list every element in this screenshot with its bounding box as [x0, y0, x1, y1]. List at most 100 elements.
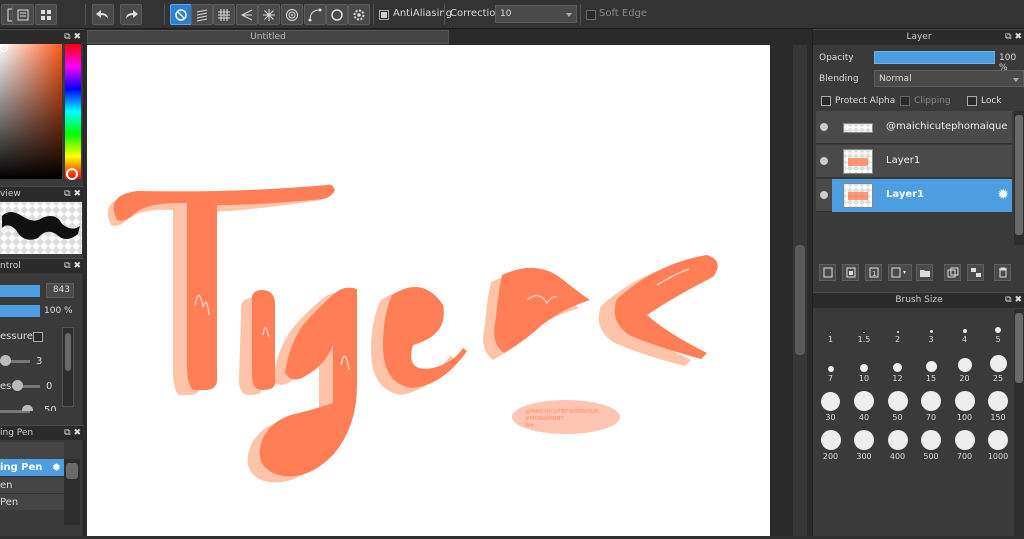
protect-alpha-checkbox[interactable] [821, 96, 831, 106]
delete-layer-icon[interactable] [994, 264, 1011, 281]
brush-list-scrollbar[interactable] [64, 459, 80, 525]
blending-value: Normal [879, 74, 912, 84]
perspective-snap-icon[interactable] [236, 4, 258, 25]
color-picker-handle[interactable] [0, 44, 8, 52]
layer-number-icon[interactable]: 1 [865, 264, 882, 281]
ellipse-snap-icon[interactable] [326, 4, 348, 25]
grid-snap-icon[interactable] [213, 4, 235, 25]
brush-size-option[interactable]: 25 [983, 352, 1014, 383]
new-layer-icon[interactable] [819, 264, 836, 281]
brush-size-option[interactable]: 40 [849, 391, 880, 422]
undo-icon[interactable] [92, 4, 114, 25]
brush-size-label: 3 [928, 335, 934, 344]
chevron-down-icon [1013, 78, 1019, 82]
brush-size-option[interactable]: 2 [882, 313, 913, 344]
control-scrollbar[interactable] [62, 327, 74, 407]
snap-settings-icon[interactable] [348, 4, 370, 25]
panel-popout-close-icons[interactable]: ⧉ ✖ [64, 428, 81, 438]
open-file-icon[interactable] [12, 4, 34, 25]
brush-size-option[interactable]: 500 [916, 430, 947, 461]
panel-popout-close-icons[interactable]: ⧉ ✖ [64, 261, 81, 271]
curve-snap-icon[interactable] [304, 4, 326, 25]
panel-popout-close-icons[interactable]: ⧉ ✖ [64, 189, 81, 199]
layer-row-selected[interactable]: Layer1 ✹ [816, 179, 1012, 212]
redo-icon[interactable] [120, 4, 142, 25]
soft-edge-label: Soft Edge [599, 8, 648, 19]
panel-popout-close-icons[interactable]: ⧉ ✖ [1005, 30, 1022, 45]
layer-visibility-icon[interactable] [820, 157, 828, 165]
brush-size-option[interactable]: 7 [815, 352, 846, 383]
brush-list-item-selected[interactable]: ing Pen ✹ [0, 459, 64, 476]
color-saturation-field[interactable] [0, 44, 62, 179]
brush-size-option[interactable]: 300 [849, 430, 880, 461]
clipping-checkbox[interactable] [900, 96, 910, 106]
brush-size-option[interactable]: 4 [949, 313, 980, 344]
layer-row[interactable]: Layer1 [816, 145, 1012, 178]
gallery-icon[interactable] [35, 4, 57, 25]
parallel-snap-icon[interactable] [191, 4, 213, 25]
antialiasing-checkbox[interactable] [379, 10, 389, 20]
slider2-handle[interactable] [12, 380, 23, 391]
lock-checkbox[interactable] [967, 96, 977, 106]
concentric-snap-icon[interactable] [281, 4, 303, 25]
brush-size-dot [954, 430, 975, 450]
layer-row[interactable]: @maichicutephomaique [816, 111, 1012, 144]
brush-size-slider[interactable] [0, 285, 40, 297]
layer-visibility-icon[interactable] [820, 123, 828, 131]
brush-size-label: 2 [894, 335, 901, 344]
layer-list-scrollbar[interactable] [1014, 111, 1024, 245]
canvas-vertical-scrollbar[interactable] [793, 45, 807, 536]
brush-size-option[interactable]: 1.5 [849, 313, 880, 344]
brush-size-value[interactable]: 843 [46, 283, 74, 298]
layer-settings-gear-icon[interactable]: ✹ [997, 187, 1009, 203]
brush-size-option[interactable]: 3 [916, 313, 947, 344]
brush-size-option[interactable]: 15 [916, 352, 947, 383]
brush-size-option[interactable]: 100 [949, 391, 980, 422]
hue-handle[interactable] [66, 168, 78, 180]
brush-size-dot [925, 361, 937, 372]
brush-size-option[interactable]: 5 [983, 313, 1014, 344]
pressure-checkbox[interactable] [33, 332, 43, 342]
hue-slider[interactable] [65, 44, 81, 179]
brush-size-option[interactable]: 200 [815, 430, 846, 461]
brush-size-option[interactable]: 30 [815, 391, 846, 422]
brush-size-option[interactable]: 1000 [983, 430, 1014, 461]
layer-opacity-slider[interactable] [874, 51, 995, 64]
layer-visibility-icon[interactable] [820, 191, 828, 199]
brush-list-title: ing Pen [0, 428, 34, 438]
folder-icon[interactable] [916, 264, 933, 281]
brush-size-option[interactable]: 400 [882, 430, 913, 461]
snap-off-icon[interactable] [170, 4, 192, 25]
brush-list-item[interactable] [0, 442, 64, 459]
brush-size-scrollbar[interactable] [1014, 309, 1024, 536]
brush-size-option[interactable]: 70 [916, 391, 947, 422]
slider3-handle[interactable] [22, 405, 33, 411]
correction-dropdown[interactable]: 10 [495, 5, 577, 23]
brush-size-option[interactable]: 150 [983, 391, 1014, 422]
slider1-handle[interactable] [0, 355, 11, 366]
slider1-value: 3 [36, 356, 43, 367]
canvas-paper[interactable]: @MAICHICUTEPHOMAIQUE #MOIRAPRINT Wit [87, 45, 770, 536]
merge-layer-icon[interactable] [944, 264, 961, 281]
soft-edge-checkbox[interactable] [586, 10, 596, 20]
brush-size-option[interactable]: 12 [882, 352, 913, 383]
brush-size-label: 50 [892, 413, 903, 422]
panel-popout-close-icons[interactable]: ⧉ ✖ [1005, 293, 1022, 308]
add-layer-menu-icon[interactable] [888, 264, 912, 281]
brush-settings-gear-icon[interactable]: ✹ [52, 461, 61, 474]
brush-size-option[interactable]: 50 [882, 391, 913, 422]
brush-size-option[interactable]: 20 [949, 352, 980, 383]
brush-size-option[interactable]: 1 [815, 313, 846, 344]
panel-popout-close-icons[interactable]: ⧉ ✖ [64, 32, 81, 42]
document-tab[interactable]: Untitled [87, 30, 449, 44]
brush-size-option[interactable]: 700 [949, 430, 980, 461]
duplicate-layer-icon[interactable] [842, 264, 859, 281]
canvas-scroll-thumb[interactable] [795, 245, 805, 355]
brush-size-option[interactable]: 10 [849, 352, 880, 383]
layer-move-icon[interactable] [967, 264, 984, 281]
blending-dropdown[interactable]: Normal [874, 70, 1024, 87]
brush-list-item[interactable]: Pen [0, 493, 64, 510]
radial-snap-icon[interactable] [258, 4, 280, 25]
brush-opacity-slider[interactable] [0, 305, 40, 317]
brush-list-item[interactable]: en [0, 476, 64, 493]
